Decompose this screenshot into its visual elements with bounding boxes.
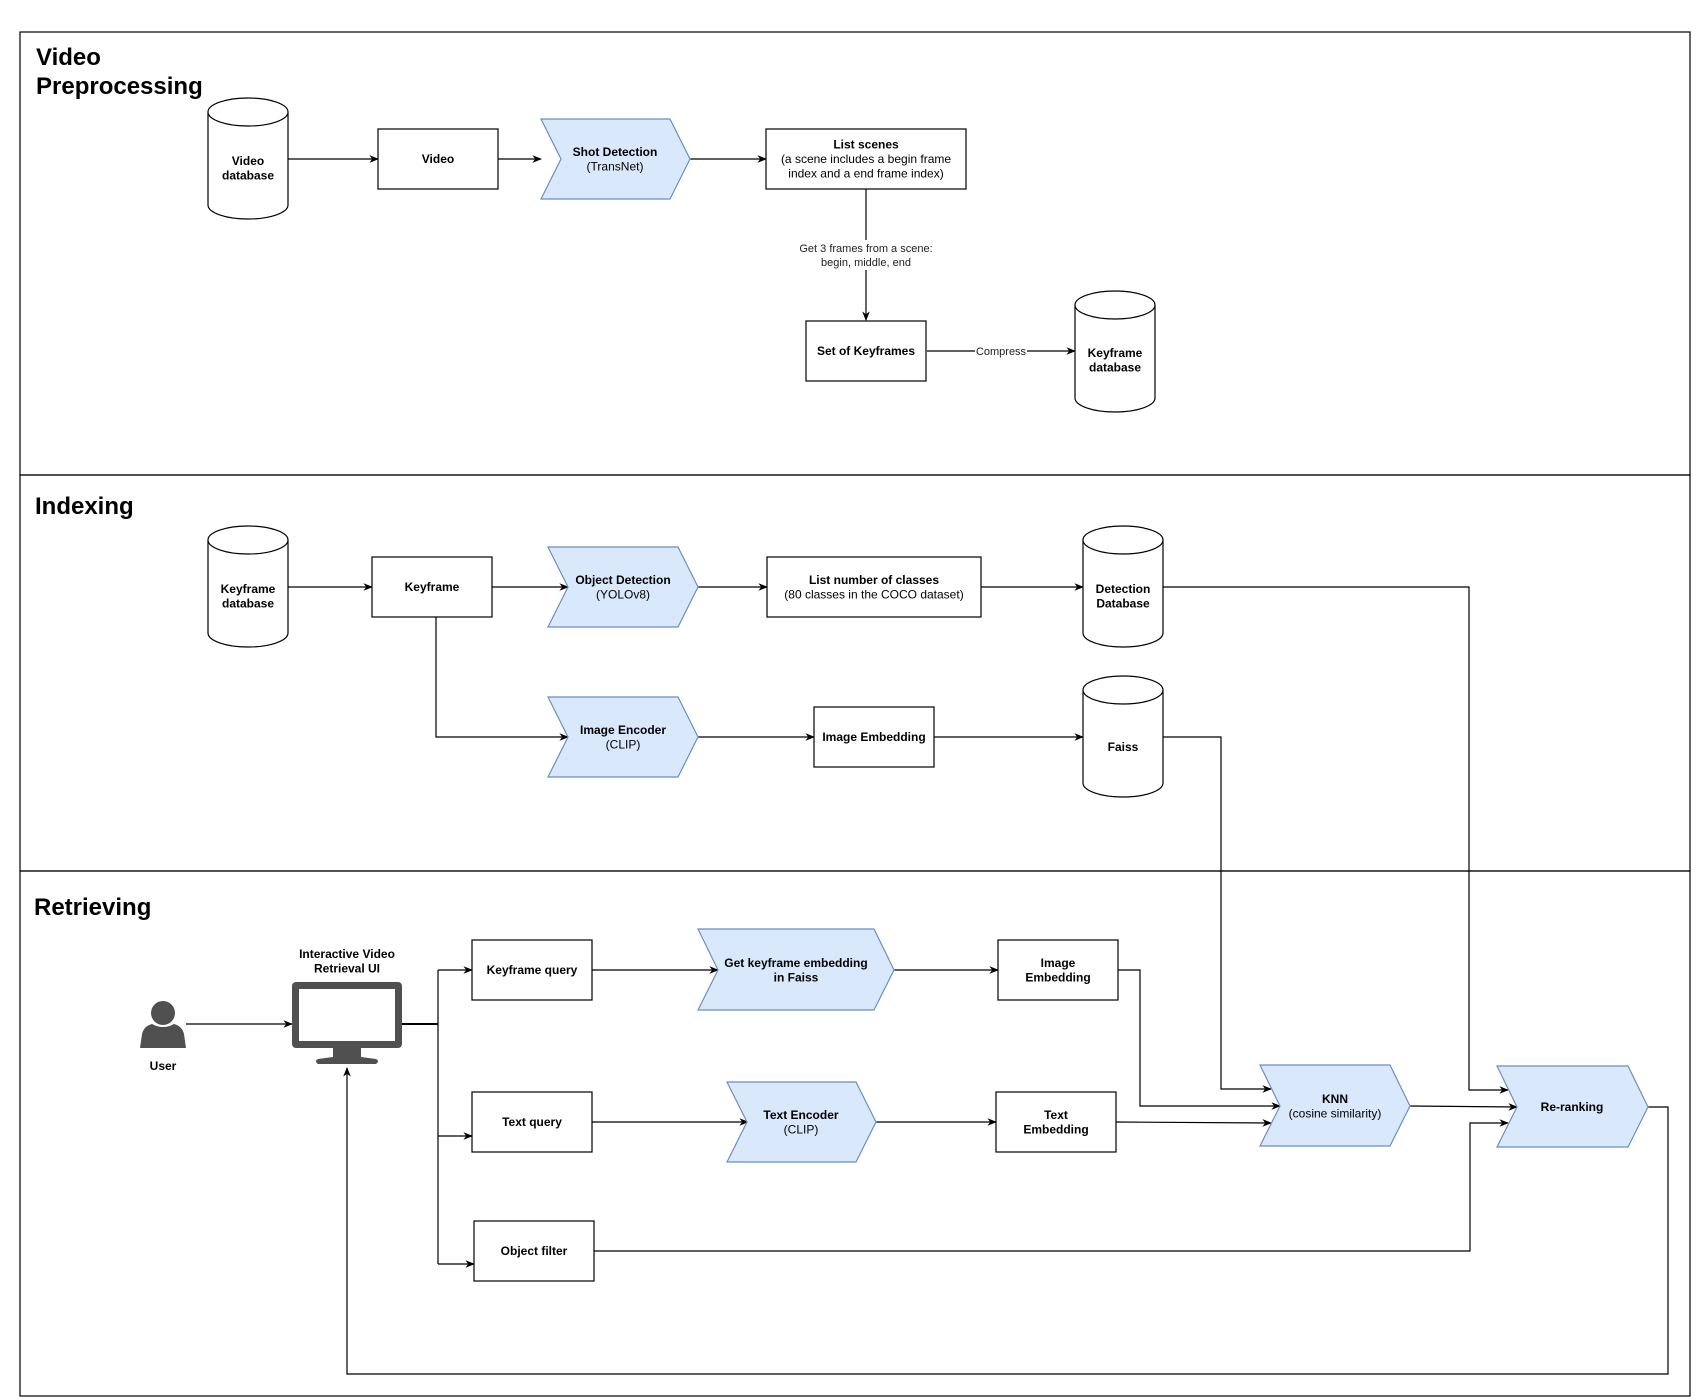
node-label: Keyframe database xyxy=(221,582,276,611)
node-label: Faiss xyxy=(1108,740,1139,754)
edge-label: Get 3 frames from a scene: xyxy=(799,243,932,255)
node-label-line: List number of classes xyxy=(809,573,939,587)
node-text-query[interactable]: Text query xyxy=(471,1091,593,1153)
node-label-line: Interactive Video xyxy=(299,947,395,961)
user-icon xyxy=(140,1001,186,1048)
node-label: Set of Keyframes xyxy=(817,344,915,358)
node-label-line: (a scene includes a begin frame xyxy=(781,152,951,166)
lane-title: Indexing xyxy=(35,493,134,520)
node-label-line: (TransNet) xyxy=(587,159,644,173)
node-shot-detection[interactable]: Shot Detection (TransNet) xyxy=(540,118,691,200)
node-object-detection[interactable]: Object Detection (YOLOv8) xyxy=(547,546,699,628)
node-image-embedding-retrieving[interactable]: Image Embedding xyxy=(997,939,1119,1001)
node-label-line: Embedding xyxy=(1025,970,1090,984)
node-label-line: (80 classes in the COCO dataset) xyxy=(784,587,963,601)
node-keyframe[interactable]: Keyframe xyxy=(371,556,493,618)
node-user[interactable]: User xyxy=(140,1001,186,1073)
node-video[interactable]: Video xyxy=(377,128,499,190)
node-keyframe-query[interactable]: Keyframe query xyxy=(471,939,593,1001)
node-interactive-ui[interactable]: Interactive Video Retrieval UI xyxy=(292,947,402,1064)
node-label-line: Text query xyxy=(502,1115,562,1129)
edge-keyframe-imgenc xyxy=(435,617,569,741)
node-label-line: (cosine similarity) xyxy=(1289,1106,1382,1120)
node-label-line: Database xyxy=(1096,596,1150,610)
node-object-filter[interactable]: Object filter xyxy=(473,1220,595,1282)
lane-title: Video xyxy=(36,44,101,71)
node-label-line: Retrieval UI xyxy=(314,961,380,975)
node-label-line: Keyframe xyxy=(221,582,276,596)
node-label-line: Image xyxy=(1041,956,1076,970)
node-set-of-keyframes[interactable]: Set of Keyframes xyxy=(805,320,927,382)
node-label-line: Keyframe xyxy=(1088,346,1143,360)
node-label: Object filter xyxy=(501,1244,568,1258)
node-image-encoder[interactable]: Image Encoder (CLIP) xyxy=(547,696,699,778)
edge-label: begin, middle, end xyxy=(821,257,911,269)
node-label-line: Set of Keyframes xyxy=(817,344,915,358)
edge-faiss-knn xyxy=(1163,736,1272,1093)
node-label: List number of classes (80 classes in the… xyxy=(784,573,963,602)
node-label: Keyframe xyxy=(405,580,460,594)
node-label-line: KNN xyxy=(1322,1092,1348,1106)
node-video-database[interactable]: Video database xyxy=(207,97,289,220)
edge-knn-rerank xyxy=(1409,1103,1518,1111)
node-label-line: in Faiss xyxy=(774,970,819,984)
node-label-line: Get keyframe embedding xyxy=(724,956,867,970)
node-label-line: index and a end frame index) xyxy=(788,167,943,181)
node-label-line: Text Encoder xyxy=(763,1108,838,1122)
node-label: Video xyxy=(422,152,454,166)
edge-detdb-rerank xyxy=(1163,586,1509,1094)
node-label-line: (CLIP) xyxy=(606,737,641,751)
node-label-line: Image Embedding xyxy=(822,730,925,744)
node-label-line: Text xyxy=(1044,1108,1068,1122)
node-label-line: Image Encoder xyxy=(580,723,666,737)
lane-title: Retrieving xyxy=(34,894,151,921)
node-label-line: Object filter xyxy=(501,1244,568,1258)
node-reranking[interactable]: Re-ranking xyxy=(1496,1065,1649,1148)
node-knn[interactable]: KNN (cosine similarity) xyxy=(1259,1064,1411,1147)
node-label: Re-ranking xyxy=(1541,1100,1604,1114)
node-list-classes[interactable]: List number of classes (80 classes in the… xyxy=(766,556,982,618)
node-label: Interactive Video Retrieval UI xyxy=(299,947,395,976)
node-label-line: (YOLOv8) xyxy=(596,587,650,601)
node-label: Keyframe query xyxy=(487,963,578,977)
edge-imgemb-knn xyxy=(1118,969,1281,1110)
node-label-line: database xyxy=(222,596,274,610)
lane-title: Preprocessing xyxy=(36,73,203,100)
node-label: Text query xyxy=(502,1115,562,1129)
node-label: Keyframe database xyxy=(1088,346,1143,375)
node-label-line: database xyxy=(222,168,274,182)
pipeline-diagram: Video Preprocessing Indexing Retrieving … xyxy=(19,31,1691,1397)
monitor-icon xyxy=(292,982,402,1064)
node-label-line: database xyxy=(1089,360,1141,374)
node-label-line: Embedding xyxy=(1023,1122,1088,1136)
node-label-line: Video xyxy=(232,154,264,168)
node-label-line: (CLIP) xyxy=(784,1122,819,1136)
node-label-line: Keyframe xyxy=(405,580,460,594)
node-detection-database[interactable]: Detection Database xyxy=(1082,525,1164,648)
node-faiss[interactable]: Faiss xyxy=(1082,675,1164,798)
node-text-encoder[interactable]: Text Encoder (CLIP) xyxy=(726,1081,877,1163)
node-keyframe-database-preprocessing[interactable]: Keyframe database xyxy=(1074,290,1156,413)
edge-textemb-knn xyxy=(1115,1119,1272,1127)
node-label-line: Re-ranking xyxy=(1541,1100,1604,1114)
node-get-keyframe-embedding[interactable]: Get keyframe embedding in Faiss xyxy=(697,928,895,1011)
node-label-line: Detection xyxy=(1096,582,1151,596)
node-list-scenes[interactable]: List scenes (a scene includes a begin fra… xyxy=(765,128,967,190)
node-keyframe-database-indexing[interactable]: Keyframe database xyxy=(207,525,289,648)
node-label-line: List scenes xyxy=(833,138,899,152)
node-label: User xyxy=(150,1059,177,1073)
node-label-line: Shot Detection xyxy=(573,145,658,159)
node-label-line: Video xyxy=(422,152,454,166)
node-text-embedding[interactable]: Text Embedding xyxy=(995,1091,1117,1153)
node-label-line: Object Detection xyxy=(575,573,670,587)
node-label-line: Keyframe query xyxy=(487,963,578,977)
edge-label: Compress xyxy=(976,346,1027,358)
node-label-line: Faiss xyxy=(1108,740,1139,754)
node-image-embedding-indexing[interactable]: Image Embedding xyxy=(813,706,935,768)
node-label-line: User xyxy=(150,1059,177,1073)
node-label: Image Embedding xyxy=(822,730,925,744)
node-label: Detection Database xyxy=(1096,582,1151,611)
